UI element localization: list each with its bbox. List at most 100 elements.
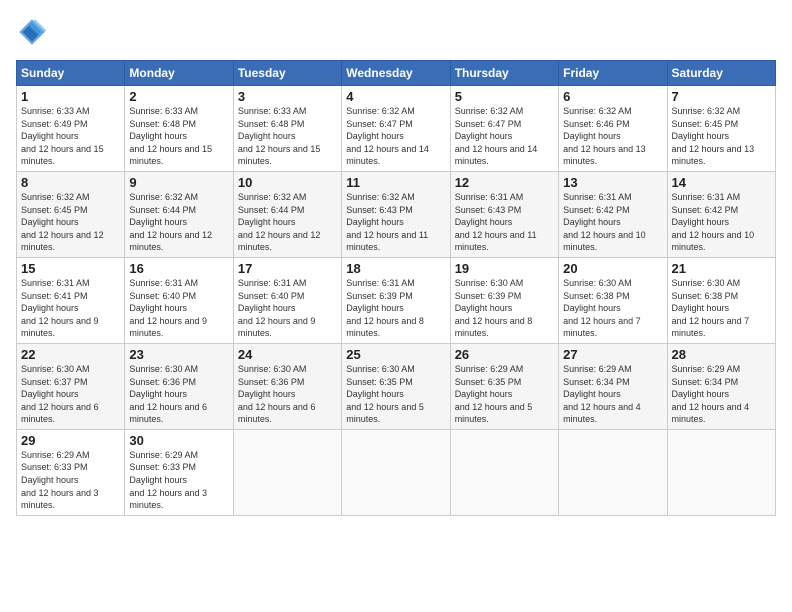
day-info: Sunrise: 6:32 AMSunset: 6:47 PMDaylight …	[346, 105, 445, 168]
day-info: Sunrise: 6:31 AMSunset: 6:42 PMDaylight …	[563, 191, 662, 254]
day-info: Sunrise: 6:30 AMSunset: 6:36 PMDaylight …	[129, 363, 228, 426]
day-info: Sunrise: 6:32 AMSunset: 6:44 PMDaylight …	[129, 191, 228, 254]
calendar-cell: 11Sunrise: 6:32 AMSunset: 6:43 PMDayligh…	[342, 171, 450, 257]
calendar-cell: 14Sunrise: 6:31 AMSunset: 6:42 PMDayligh…	[667, 171, 775, 257]
day-info: Sunrise: 6:31 AMSunset: 6:39 PMDaylight …	[346, 277, 445, 340]
day-number: 8	[21, 175, 120, 190]
day-info: Sunrise: 6:29 AMSunset: 6:35 PMDaylight …	[455, 363, 554, 426]
day-number: 1	[21, 89, 120, 104]
day-number: 22	[21, 347, 120, 362]
calendar-cell: 20Sunrise: 6:30 AMSunset: 6:38 PMDayligh…	[559, 257, 667, 343]
calendar-cell: 17Sunrise: 6:31 AMSunset: 6:40 PMDayligh…	[233, 257, 341, 343]
calendar-table: SundayMondayTuesdayWednesdayThursdayFrid…	[16, 60, 776, 516]
calendar-week-row: 8Sunrise: 6:32 AMSunset: 6:45 PMDaylight…	[17, 171, 776, 257]
calendar-week-row: 22Sunrise: 6:30 AMSunset: 6:37 PMDayligh…	[17, 343, 776, 429]
col-header-thursday: Thursday	[450, 61, 558, 86]
day-number: 28	[672, 347, 771, 362]
calendar-cell	[559, 429, 667, 515]
calendar-cell: 23Sunrise: 6:30 AMSunset: 6:36 PMDayligh…	[125, 343, 233, 429]
calendar-cell: 1Sunrise: 6:33 AMSunset: 6:49 PMDaylight…	[17, 86, 125, 172]
calendar-cell: 7Sunrise: 6:32 AMSunset: 6:45 PMDaylight…	[667, 86, 775, 172]
day-info: Sunrise: 6:30 AMSunset: 6:38 PMDaylight …	[672, 277, 771, 340]
col-header-wednesday: Wednesday	[342, 61, 450, 86]
day-info: Sunrise: 6:30 AMSunset: 6:38 PMDaylight …	[563, 277, 662, 340]
calendar-cell: 29Sunrise: 6:29 AMSunset: 6:33 PMDayligh…	[17, 429, 125, 515]
calendar-cell: 25Sunrise: 6:30 AMSunset: 6:35 PMDayligh…	[342, 343, 450, 429]
calendar-header-row: SundayMondayTuesdayWednesdayThursdayFrid…	[17, 61, 776, 86]
calendar-body: 1Sunrise: 6:33 AMSunset: 6:49 PMDaylight…	[17, 86, 776, 516]
page-container: SundayMondayTuesdayWednesdayThursdayFrid…	[0, 0, 792, 524]
logo	[16, 16, 52, 48]
day-number: 15	[21, 261, 120, 276]
day-number: 12	[455, 175, 554, 190]
calendar-cell: 6Sunrise: 6:32 AMSunset: 6:46 PMDaylight…	[559, 86, 667, 172]
calendar-cell	[233, 429, 341, 515]
day-number: 2	[129, 89, 228, 104]
calendar-cell: 10Sunrise: 6:32 AMSunset: 6:44 PMDayligh…	[233, 171, 341, 257]
day-number: 10	[238, 175, 337, 190]
calendar-week-row: 15Sunrise: 6:31 AMSunset: 6:41 PMDayligh…	[17, 257, 776, 343]
logo-icon	[16, 16, 48, 48]
calendar-cell	[667, 429, 775, 515]
calendar-cell: 18Sunrise: 6:31 AMSunset: 6:39 PMDayligh…	[342, 257, 450, 343]
calendar-cell: 30Sunrise: 6:29 AMSunset: 6:33 PMDayligh…	[125, 429, 233, 515]
calendar-cell: 9Sunrise: 6:32 AMSunset: 6:44 PMDaylight…	[125, 171, 233, 257]
day-number: 7	[672, 89, 771, 104]
day-number: 20	[563, 261, 662, 276]
day-info: Sunrise: 6:32 AMSunset: 6:45 PMDaylight …	[672, 105, 771, 168]
day-info: Sunrise: 6:30 AMSunset: 6:39 PMDaylight …	[455, 277, 554, 340]
day-number: 11	[346, 175, 445, 190]
day-info: Sunrise: 6:32 AMSunset: 6:45 PMDaylight …	[21, 191, 120, 254]
calendar-cell: 27Sunrise: 6:29 AMSunset: 6:34 PMDayligh…	[559, 343, 667, 429]
calendar-cell: 5Sunrise: 6:32 AMSunset: 6:47 PMDaylight…	[450, 86, 558, 172]
calendar-cell: 26Sunrise: 6:29 AMSunset: 6:35 PMDayligh…	[450, 343, 558, 429]
calendar-cell: 19Sunrise: 6:30 AMSunset: 6:39 PMDayligh…	[450, 257, 558, 343]
calendar-cell	[450, 429, 558, 515]
col-header-saturday: Saturday	[667, 61, 775, 86]
day-number: 24	[238, 347, 337, 362]
day-number: 4	[346, 89, 445, 104]
calendar-cell	[342, 429, 450, 515]
day-info: Sunrise: 6:31 AMSunset: 6:41 PMDaylight …	[21, 277, 120, 340]
day-info: Sunrise: 6:33 AMSunset: 6:49 PMDaylight …	[21, 105, 120, 168]
calendar-cell: 13Sunrise: 6:31 AMSunset: 6:42 PMDayligh…	[559, 171, 667, 257]
day-info: Sunrise: 6:33 AMSunset: 6:48 PMDaylight …	[129, 105, 228, 168]
calendar-cell: 24Sunrise: 6:30 AMSunset: 6:36 PMDayligh…	[233, 343, 341, 429]
col-header-sunday: Sunday	[17, 61, 125, 86]
calendar-cell: 15Sunrise: 6:31 AMSunset: 6:41 PMDayligh…	[17, 257, 125, 343]
calendar-cell: 28Sunrise: 6:29 AMSunset: 6:34 PMDayligh…	[667, 343, 775, 429]
day-info: Sunrise: 6:29 AMSunset: 6:33 PMDaylight …	[21, 449, 120, 512]
day-info: Sunrise: 6:30 AMSunset: 6:36 PMDaylight …	[238, 363, 337, 426]
day-number: 27	[563, 347, 662, 362]
day-info: Sunrise: 6:29 AMSunset: 6:33 PMDaylight …	[129, 449, 228, 512]
day-info: Sunrise: 6:32 AMSunset: 6:46 PMDaylight …	[563, 105, 662, 168]
day-info: Sunrise: 6:31 AMSunset: 6:40 PMDaylight …	[129, 277, 228, 340]
day-info: Sunrise: 6:31 AMSunset: 6:42 PMDaylight …	[672, 191, 771, 254]
day-number: 13	[563, 175, 662, 190]
calendar-cell: 4Sunrise: 6:32 AMSunset: 6:47 PMDaylight…	[342, 86, 450, 172]
day-number: 5	[455, 89, 554, 104]
day-number: 26	[455, 347, 554, 362]
col-header-tuesday: Tuesday	[233, 61, 341, 86]
day-number: 19	[455, 261, 554, 276]
day-info: Sunrise: 6:29 AMSunset: 6:34 PMDaylight …	[672, 363, 771, 426]
calendar-cell: 21Sunrise: 6:30 AMSunset: 6:38 PMDayligh…	[667, 257, 775, 343]
calendar-cell: 8Sunrise: 6:32 AMSunset: 6:45 PMDaylight…	[17, 171, 125, 257]
col-header-monday: Monday	[125, 61, 233, 86]
day-number: 18	[346, 261, 445, 276]
day-info: Sunrise: 6:33 AMSunset: 6:48 PMDaylight …	[238, 105, 337, 168]
calendar-cell: 22Sunrise: 6:30 AMSunset: 6:37 PMDayligh…	[17, 343, 125, 429]
day-number: 16	[129, 261, 228, 276]
day-info: Sunrise: 6:31 AMSunset: 6:40 PMDaylight …	[238, 277, 337, 340]
day-info: Sunrise: 6:30 AMSunset: 6:35 PMDaylight …	[346, 363, 445, 426]
day-number: 21	[672, 261, 771, 276]
header	[16, 16, 776, 48]
calendar-week-row: 29Sunrise: 6:29 AMSunset: 6:33 PMDayligh…	[17, 429, 776, 515]
calendar-cell: 2Sunrise: 6:33 AMSunset: 6:48 PMDaylight…	[125, 86, 233, 172]
day-number: 14	[672, 175, 771, 190]
calendar-cell: 3Sunrise: 6:33 AMSunset: 6:48 PMDaylight…	[233, 86, 341, 172]
day-number: 30	[129, 433, 228, 448]
day-number: 25	[346, 347, 445, 362]
day-info: Sunrise: 6:30 AMSunset: 6:37 PMDaylight …	[21, 363, 120, 426]
day-number: 23	[129, 347, 228, 362]
